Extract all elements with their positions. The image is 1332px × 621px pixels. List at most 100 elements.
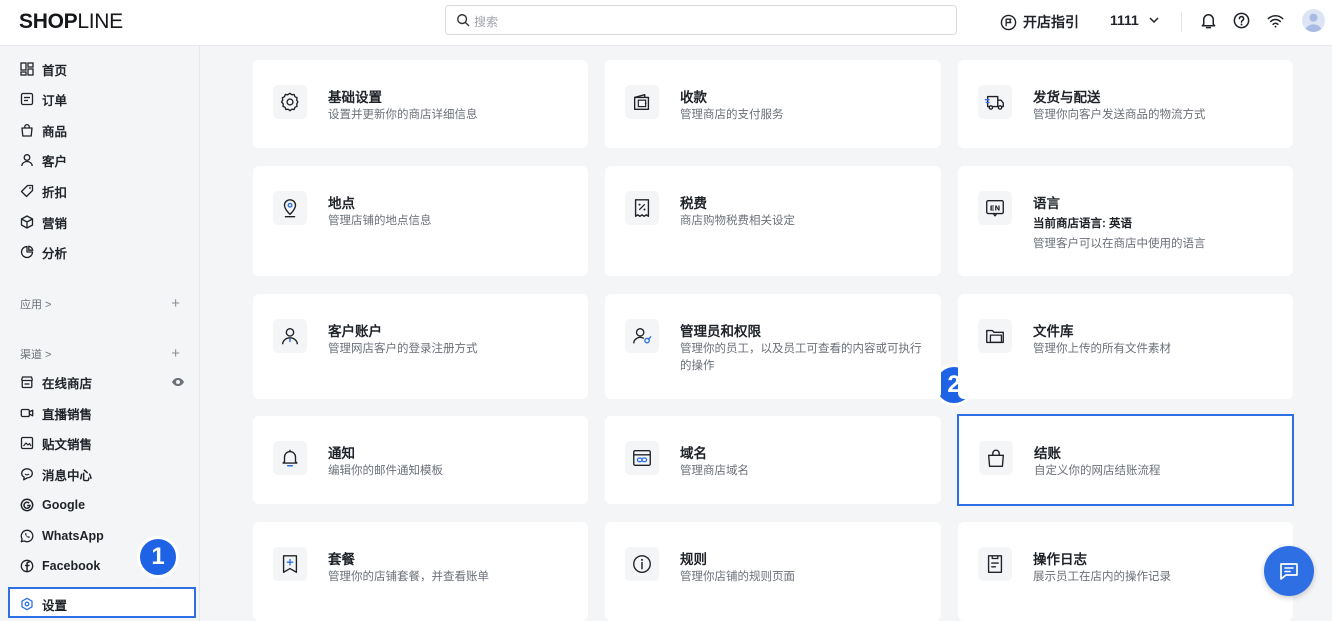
- step-marker-1: 1: [137, 536, 179, 578]
- card-description: 展示员工在店内的操作记录: [1033, 571, 1171, 583]
- card-description: 管理你店铺的规则页面: [680, 571, 795, 583]
- avatar[interactable]: [1302, 9, 1325, 32]
- card-title: 客户账户: [328, 324, 382, 339]
- card-title: 语言: [1033, 196, 1060, 211]
- sidebar-item-customers[interactable]: 客户: [20, 150, 185, 170]
- sidebar-item-message-center[interactable]: 消息中心: [20, 464, 185, 484]
- sidebar-item-discounts[interactable]: 折扣: [20, 181, 185, 201]
- store-switcher[interactable]: 1111: [1110, 12, 1160, 28]
- card-description: 编辑你的邮件通知模板: [328, 465, 443, 477]
- settings-card-plan[interactable]: 套餐 管理你的店铺套餐，并查看账单: [253, 522, 588, 621]
- sidebar-section-apps[interactable]: 应用 > +: [20, 295, 180, 312]
- card-icon-wrapper: [273, 547, 307, 581]
- sidebar: 首页 订单 商品 客户 折扣 营销 分析 应用 > + 渠道 > + 在线商店 …: [0, 46, 200, 621]
- sidebar-item-marketing[interactable]: 营销: [20, 212, 185, 232]
- settings-card-taxes[interactable]: 税费 商店购物税费相关设定: [605, 166, 941, 276]
- sidebar-item-settings-inner[interactable]: 设置: [20, 594, 185, 614]
- card-title: 文件库: [1033, 324, 1074, 339]
- sidebar-item-post-selling[interactable]: 贴文销售: [20, 433, 185, 453]
- card-title: 发货与配送: [1033, 90, 1101, 105]
- settings-card-payments[interactable]: 收款 管理商店的支付服务: [605, 60, 941, 148]
- card-icon-wrapper: EN: [978, 191, 1012, 225]
- store-name: 1111: [1110, 12, 1139, 28]
- card-title: 通知: [328, 446, 355, 461]
- sidebar-item-online-store[interactable]: 在线商店: [20, 372, 185, 392]
- log-icon: [987, 555, 1003, 573]
- card-description: 管理店铺的地点信息: [328, 215, 432, 227]
- current-language: 当前商店语言: 英语: [1033, 218, 1133, 230]
- eye-icon[interactable]: [171, 375, 185, 389]
- sidebar-item-settings[interactable]: 设置: [8, 587, 196, 618]
- checkout-bag-icon: [987, 449, 1005, 467]
- settings-card-checkout[interactable]: 结账 自定义你的网店结账流程: [957, 414, 1294, 506]
- card-description: 管理你向客户发送商品的物流方式: [1033, 109, 1206, 121]
- settings-card-activity-log[interactable]: 操作日志 展示员工在店内的操作记录: [958, 522, 1293, 621]
- card-title: 域名: [680, 446, 707, 461]
- settings-card-files[interactable]: 文件库 管理你上传的所有文件素材: [958, 294, 1293, 399]
- card-icon-wrapper: [979, 441, 1013, 475]
- card-title: 地点: [328, 196, 355, 211]
- card-icon-wrapper: [978, 85, 1012, 119]
- card-description: 管理你的员工，以及员工可查看的内容或可执行的操作: [680, 343, 922, 372]
- settings-card-domains[interactable]: 域名 管理商店域名: [605, 416, 941, 504]
- store-guide-button[interactable]: 开店指引: [1000, 12, 1079, 32]
- card-icon-wrapper: [625, 191, 659, 225]
- card-description: 管理商店域名: [680, 465, 749, 477]
- info-icon: [633, 555, 651, 573]
- sidebar-item-analytics[interactable]: 分析: [20, 242, 185, 262]
- settings-card-general[interactable]: 基础设置 设置并更新你的商店详细信息: [253, 60, 588, 148]
- card-description: 管理商店的支付服务: [680, 109, 784, 121]
- settings-card-shipping[interactable]: 发货与配送 管理你向客户发送商品的物流方式: [958, 60, 1293, 148]
- top-bar: SHOPLINE 搜索 开店指引 1111: [0, 0, 1332, 46]
- sidebar-section-channels[interactable]: 渠道 > +: [20, 345, 180, 362]
- settings-card-customer-accounts[interactable]: 客户账户 管理网店客户的登录注册方式: [253, 294, 588, 399]
- sidebar-item-home[interactable]: 首页: [20, 59, 185, 79]
- sidebar-item-orders[interactable]: 订单: [20, 89, 185, 109]
- cube-icon: [20, 215, 34, 229]
- settings-card-admins-permissions[interactable]: 管理员和权限 管理你的员工，以及员工可查看的内容或可执行的操作: [605, 294, 941, 399]
- wallet-icon: [633, 93, 650, 111]
- chat-support-button[interactable]: [1264, 546, 1314, 596]
- message-icon: [21, 468, 33, 481]
- card-description: 管理你上传的所有文件素材: [1033, 343, 1171, 355]
- chevron-down-icon: [1149, 17, 1159, 24]
- plan-icon: [282, 555, 298, 573]
- location-icon: [283, 199, 297, 218]
- search-input[interactable]: 搜索: [445, 5, 957, 35]
- settings-card-notifications[interactable]: 通知 编辑你的邮件通知模板: [253, 416, 588, 504]
- card-icon-wrapper: [273, 441, 307, 475]
- shopline-logo[interactable]: SHOPLINE: [19, 10, 123, 34]
- header-divider: [1181, 12, 1182, 32]
- whatsapp-icon: [20, 529, 34, 543]
- customer-account-icon: [281, 327, 299, 345]
- domain-link-icon: [633, 449, 651, 467]
- flag-circle-icon: [1000, 14, 1017, 30]
- order-icon: [20, 92, 34, 106]
- wifi-icon[interactable]: [1266, 11, 1285, 30]
- svg-text:EN: EN: [990, 204, 1001, 212]
- add-channel-icon[interactable]: +: [171, 345, 180, 362]
- card-icon-wrapper: [978, 319, 1012, 353]
- card-icon-wrapper: [978, 547, 1012, 581]
- settings-card-locations[interactable]: 地点 管理店铺的地点信息: [253, 166, 588, 276]
- bell-icon[interactable]: [1199, 11, 1218, 30]
- chart-pie-icon: [20, 245, 34, 259]
- card-description: 设置并更新你的商店详细信息: [328, 109, 478, 121]
- card-icon-wrapper: [625, 319, 659, 353]
- card-title: 基础设置: [328, 90, 382, 105]
- sidebar-item-google[interactable]: Google: [20, 495, 185, 515]
- settings-card-languages[interactable]: EN 语言 当前商店语言: 英语 管理客户可以在商店中使用的语言: [958, 166, 1293, 276]
- store-guide-label: 开店指引: [1023, 14, 1079, 30]
- add-app-icon[interactable]: +: [171, 295, 180, 312]
- tag-icon: [20, 184, 34, 198]
- settings-card-policies[interactable]: 规则 管理你店铺的规则页面: [605, 522, 941, 621]
- sidebar-item-live-selling[interactable]: 直播销售: [20, 403, 185, 423]
- card-description: 管理网店客户的登录注册方式: [328, 343, 478, 355]
- card-icon-wrapper: [625, 547, 659, 581]
- card-icon-wrapper: [273, 191, 307, 225]
- sidebar-item-products[interactable]: 商品: [20, 120, 185, 140]
- help-icon[interactable]: [1232, 11, 1251, 30]
- card-description: 商店购物税费相关设定: [680, 215, 795, 227]
- google-icon: [20, 498, 34, 512]
- language-en-icon: EN: [986, 199, 1004, 217]
